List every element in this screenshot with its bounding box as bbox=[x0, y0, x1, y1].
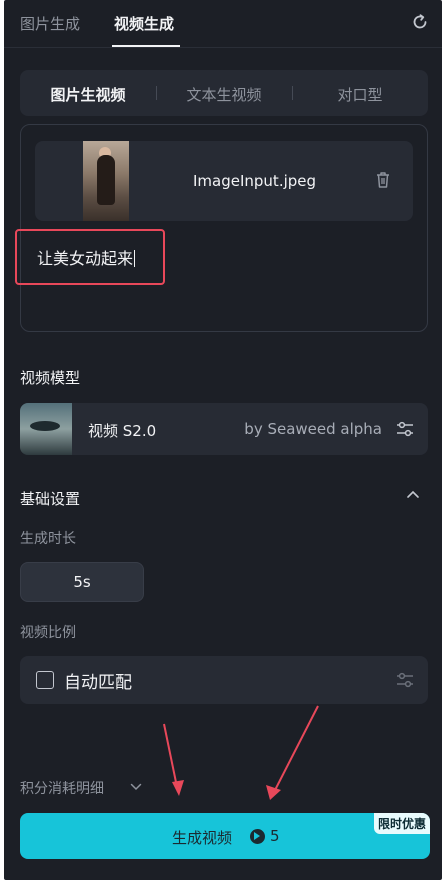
prompt-input[interactable]: 让美女动起来 bbox=[37, 245, 136, 269]
duration-label: 生成时长 bbox=[20, 531, 76, 547]
chevron-up-icon[interactable] bbox=[406, 489, 420, 499]
points-detail-link[interactable]: 积分消耗明细 bbox=[20, 778, 104, 798]
tab-lip-sync[interactable]: 对口型 bbox=[292, 84, 428, 105]
aspect-ratio-selector[interactable]: 自动匹配 bbox=[20, 656, 428, 704]
tab-image-to-video[interactable]: 图片生视频 bbox=[20, 84, 156, 105]
credits-icon bbox=[250, 829, 265, 844]
active-tab-indicator bbox=[112, 45, 180, 47]
chevron-down-icon[interactable] bbox=[130, 783, 142, 791]
model-selector[interactable]: 视频 S2.0 by Seaweed alpha bbox=[20, 403, 428, 455]
promo-badge: 限时优惠 bbox=[373, 813, 430, 834]
trash-icon[interactable] bbox=[375, 171, 391, 189]
refresh-icon[interactable] bbox=[410, 12, 430, 32]
text-caret bbox=[134, 250, 136, 267]
generate-video-button[interactable]: 生成视频 5 限时优惠 bbox=[20, 813, 430, 859]
basic-settings-title: 基础设置 bbox=[20, 490, 81, 508]
mode-segmented-control: 图片生视频 文本生视频 对口型 bbox=[20, 70, 428, 116]
image-thumbnail[interactable] bbox=[83, 141, 129, 221]
tab-video-gen[interactable]: 视频生成 bbox=[114, 13, 174, 34]
sliders-icon[interactable] bbox=[396, 672, 414, 688]
duration-option-button[interactable]: 5s bbox=[20, 562, 144, 602]
uploaded-file-card: ImageInput.jpeg bbox=[35, 141, 413, 221]
model-thumbnail bbox=[20, 403, 72, 455]
tab-text-to-video[interactable]: 文本生视频 bbox=[156, 84, 292, 105]
generate-cost: 5 bbox=[270, 827, 280, 845]
aspect-ratio-value: 自动匹配 bbox=[64, 673, 132, 693]
tab-image-gen[interactable]: 图片生成 bbox=[20, 13, 80, 34]
top-tab-bar: 图片生成 视频生成 bbox=[4, 0, 442, 48]
sliders-icon[interactable] bbox=[396, 421, 414, 437]
model-provider: by Seaweed alpha bbox=[244, 420, 382, 438]
aspect-ratio-label: 视频比例 bbox=[20, 625, 76, 641]
prompt-text: 让美女动起来 bbox=[37, 249, 134, 268]
aspect-ratio-icon bbox=[36, 671, 54, 689]
model-section-title: 视频模型 bbox=[20, 369, 81, 387]
file-name: ImageInput.jpeg bbox=[193, 172, 317, 190]
thumbnail-figure-body bbox=[97, 155, 115, 205]
generate-button-label: 生成视频 bbox=[172, 829, 233, 847]
model-name: 视频 S2.0 bbox=[88, 422, 157, 440]
input-box: ImageInput.jpeg 让美女动起来 bbox=[15, 124, 428, 332]
video-gen-panel: 图片生成 视频生成 图片生视频 文本生视频 对口型 ImageInput.jpe… bbox=[4, 0, 442, 880]
thumbnail-whale-shape bbox=[30, 421, 60, 431]
